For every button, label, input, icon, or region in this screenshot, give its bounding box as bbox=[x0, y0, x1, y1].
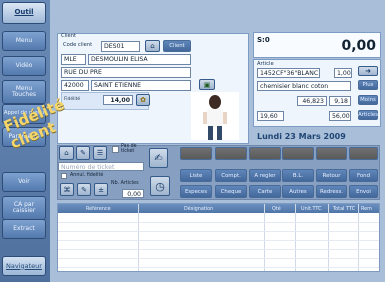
empty-slot-5 bbox=[316, 147, 347, 160]
article-code-input[interactable]: 1452CF"36"BLANC bbox=[257, 68, 320, 78]
table-row-divider bbox=[58, 267, 379, 268]
gift-icon[interactable]: ✿ bbox=[136, 94, 150, 106]
clock-icon[interactable]: ◷ bbox=[150, 176, 170, 196]
envoi-button[interactable]: Envoi bbox=[349, 185, 378, 198]
sidebar-item-label: Outil bbox=[14, 8, 34, 17]
annul-fidelite-label: Annul. fidelité bbox=[70, 173, 104, 178]
list-icon[interactable]: ☰ bbox=[93, 146, 107, 160]
empty-slot-6 bbox=[349, 147, 378, 160]
sidebar-item-voir[interactable]: Voir bbox=[2, 172, 46, 192]
minus-button[interactable]: Moins bbox=[358, 95, 378, 105]
article-section-title: Article bbox=[257, 61, 274, 67]
sidebar-item-ca-par-caissier[interactable]: CA par caissier bbox=[2, 196, 46, 220]
quantity-input[interactable]: 1,00 bbox=[334, 68, 352, 78]
sidebar-item-label: Menu bbox=[15, 36, 33, 44]
ticket-table: Référence Désignation Qté Unit.TTC Total… bbox=[57, 203, 380, 272]
annul-fidelite-checkbox[interactable] bbox=[61, 173, 67, 179]
sidebar-item-menu[interactable]: Menu bbox=[2, 31, 46, 51]
liste-button[interactable]: Liste bbox=[180, 169, 212, 182]
pen-icon[interactable]: ✍ bbox=[149, 148, 168, 168]
autres-button[interactable]: Autres bbox=[282, 185, 314, 198]
table-row-divider bbox=[58, 258, 379, 259]
client-address-field[interactable]: RUE DU PRE bbox=[61, 67, 191, 78]
table-header: Référence Désignation Qté Unit.TTC Total… bbox=[58, 204, 379, 213]
table-divider bbox=[328, 204, 329, 271]
article-description: chemisier blanc coton bbox=[257, 81, 351, 91]
date-display: Lundi 23 Mars 2009 bbox=[257, 132, 346, 141]
article-price-ttc: 56,00 bbox=[329, 111, 351, 121]
articles-button[interactable]: Articles bbox=[358, 110, 378, 120]
table-divider bbox=[138, 204, 139, 271]
edit-icon[interactable]: ✎ bbox=[77, 183, 91, 196]
client-section-title: Client bbox=[61, 33, 77, 39]
code-client-input[interactable]: DES01 bbox=[101, 41, 140, 52]
table-row-divider bbox=[58, 222, 379, 223]
arrow-icon[interactable]: ➜ bbox=[358, 66, 378, 76]
code-client-label: Code client bbox=[63, 42, 93, 48]
redress-button[interactable]: Redress. bbox=[316, 185, 347, 198]
calculator-icon[interactable]: ± bbox=[94, 183, 108, 196]
plus-button[interactable]: Plus bbox=[358, 80, 378, 90]
sidebar-item-video[interactable]: Vidéo bbox=[2, 56, 46, 76]
nb-articles-value: 0,00 bbox=[122, 189, 144, 198]
sidebar-item-extract[interactable]: Extract bbox=[2, 219, 46, 239]
article-panel: Article 1452CF"36"BLANC 1,00 ➜ chemisier… bbox=[253, 59, 381, 127]
article-price-ht: 46,823 bbox=[297, 96, 327, 106]
pas-de-ticket-checkbox[interactable] bbox=[112, 146, 119, 153]
home-icon[interactable]: ⌂ bbox=[59, 146, 74, 160]
nb-articles-label: Nb. Articles bbox=[111, 181, 139, 186]
sidebar-item-label: Voir bbox=[18, 177, 30, 185]
header-designation: Désignation bbox=[184, 206, 214, 212]
empty-slot-2 bbox=[215, 147, 247, 160]
retour-button[interactable]: Retour bbox=[316, 169, 347, 182]
bl-button[interactable]: B.L. bbox=[282, 169, 314, 182]
sidebar-item-label: Extract bbox=[13, 224, 35, 232]
sidebar-item-menu-touches[interactable]: Menu Touches bbox=[2, 80, 46, 104]
sidebar-item-navigateur[interactable]: Navigateur bbox=[2, 256, 46, 276]
article-tax: 9,18 bbox=[329, 96, 351, 106]
empty-slot-4 bbox=[282, 147, 314, 160]
sidebar-item-label: Menu Touches bbox=[11, 84, 37, 98]
article-tax-rate: 19,60 bbox=[257, 111, 284, 121]
fidelity-value: 14,00 bbox=[103, 95, 133, 105]
table-row-divider bbox=[58, 231, 379, 232]
a-regler-button[interactable]: A regler bbox=[249, 169, 281, 182]
especes-button[interactable]: Especes bbox=[180, 185, 212, 198]
table-row-divider bbox=[58, 240, 379, 241]
header-unit-ttc: Unit.TTC bbox=[301, 206, 322, 212]
tool-icon[interactable]: ✎ bbox=[76, 146, 90, 160]
total-amount: 0,00 bbox=[341, 38, 376, 54]
pas-de-ticket-label: Pas de ticket bbox=[121, 144, 137, 154]
compt-button[interactable]: Compt. bbox=[215, 169, 247, 182]
empty-slot-1 bbox=[180, 147, 212, 160]
sidebar-item-label: Vidéo bbox=[15, 61, 33, 69]
header-rem: Rem bbox=[361, 206, 372, 212]
table-row-divider bbox=[58, 249, 379, 250]
fond-button[interactable]: Fond bbox=[349, 169, 378, 182]
money-icon[interactable]: ▣ bbox=[199, 79, 215, 90]
table-divider bbox=[295, 204, 296, 271]
empty-slot-3 bbox=[249, 147, 281, 160]
client-title-field[interactable]: MLE bbox=[61, 54, 86, 65]
table-divider bbox=[264, 204, 265, 271]
sidebar-item-outil[interactable]: Outil bbox=[2, 2, 46, 24]
sidebar-item-label: Navigateur bbox=[6, 261, 42, 270]
header-total-ttc: Total TTC bbox=[333, 206, 355, 212]
header-reference: Référence bbox=[86, 206, 111, 212]
carte-button[interactable]: Carte bbox=[249, 185, 281, 198]
client-name-field[interactable]: DESMOULIN ELISA bbox=[88, 54, 191, 65]
table-divider bbox=[358, 204, 359, 271]
client-button[interactable]: Client bbox=[163, 40, 191, 52]
header-qte: Qté bbox=[272, 206, 281, 212]
cart-icon[interactable]: ⌘ bbox=[60, 183, 74, 196]
ticket-number-input[interactable]: Numéro de ticket bbox=[58, 162, 144, 171]
search-icon[interactable]: ⌂ bbox=[145, 40, 160, 52]
sidebar-item-label: CA par caissier bbox=[12, 200, 36, 214]
customer-photo bbox=[191, 92, 239, 140]
total-panel: S:0 0,00 bbox=[253, 32, 381, 58]
cheque-button[interactable]: Cheque bbox=[215, 185, 247, 198]
city-field[interactable]: SAINT ETIENNE bbox=[91, 80, 191, 91]
subtotal-label: S:0 bbox=[257, 36, 270, 44]
